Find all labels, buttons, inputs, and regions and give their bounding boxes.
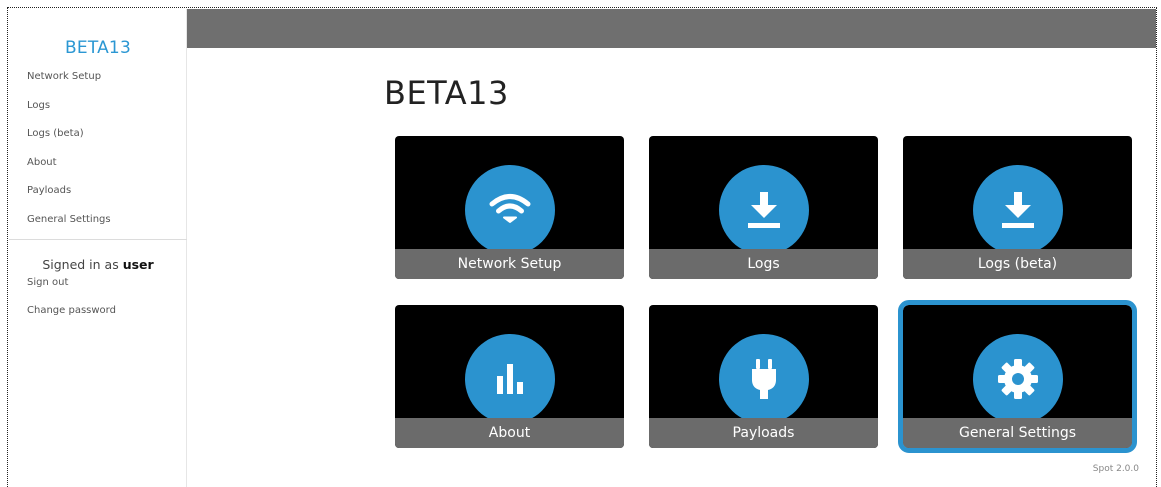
bar-chart-icon bbox=[464, 334, 555, 424]
tile-label: Logs bbox=[649, 249, 878, 279]
sidebar-divider bbox=[9, 239, 187, 240]
download-icon bbox=[718, 165, 809, 255]
sidebar-item-about[interactable]: About bbox=[27, 157, 57, 168]
tile-label: Payloads bbox=[649, 418, 878, 448]
tile-logs-beta[interactable]: Logs (beta) bbox=[903, 136, 1132, 279]
tile-label: General Settings bbox=[903, 418, 1132, 448]
sidebar-item-general-settings[interactable]: General Settings bbox=[27, 214, 111, 225]
signed-in-status: Signed in as user bbox=[9, 257, 187, 272]
wifi-icon bbox=[464, 165, 555, 255]
tile-payloads[interactable]: Payloads bbox=[649, 305, 878, 448]
tile-network-setup[interactable]: Network Setup bbox=[395, 136, 624, 279]
window-frame-left bbox=[7, 8, 8, 487]
window-frame-top bbox=[7, 7, 1157, 8]
signed-in-user: user bbox=[122, 257, 154, 272]
brand-title[interactable]: BETA13 bbox=[9, 38, 187, 58]
sidebar-item-logs[interactable]: Logs bbox=[27, 100, 50, 111]
sidebar: BETA13 Network Setup Logs Logs (beta) Ab… bbox=[9, 9, 187, 487]
download-icon bbox=[972, 165, 1063, 255]
gear-icon bbox=[972, 334, 1063, 424]
tile-label: Logs (beta) bbox=[903, 249, 1132, 279]
sidebar-item-payloads[interactable]: Payloads bbox=[27, 185, 71, 196]
sidebar-item-network-setup[interactable]: Network Setup bbox=[27, 71, 101, 82]
signed-in-prefix: Signed in as bbox=[42, 257, 119, 272]
plug-icon bbox=[718, 334, 809, 424]
sign-out-link[interactable]: Sign out bbox=[27, 277, 68, 288]
tile-about[interactable]: About bbox=[395, 305, 624, 448]
top-bar bbox=[187, 9, 1156, 48]
change-password-link[interactable]: Change password bbox=[27, 305, 116, 316]
window-frame-right bbox=[1156, 7, 1157, 487]
version-label: Spot 2.0.0 bbox=[1092, 464, 1139, 474]
page-title: BETA13 bbox=[384, 74, 509, 112]
sidebar-item-logs-beta[interactable]: Logs (beta) bbox=[27, 128, 84, 139]
tile-logs[interactable]: Logs bbox=[649, 136, 878, 279]
tile-label: Network Setup bbox=[395, 249, 624, 279]
tile-general-settings[interactable]: General Settings bbox=[898, 300, 1137, 453]
tile-label: About bbox=[395, 418, 624, 448]
